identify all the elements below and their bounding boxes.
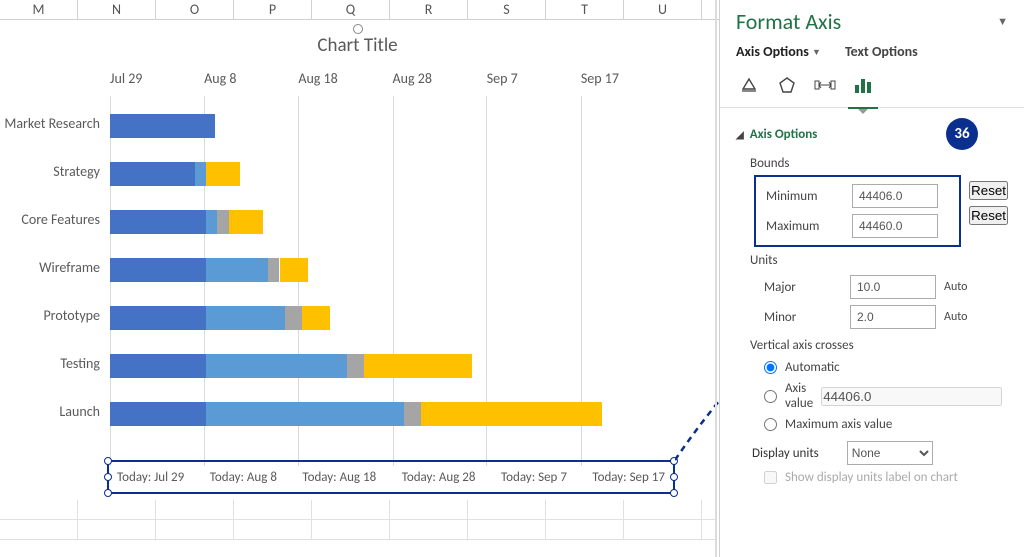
pane-splitter[interactable] <box>715 0 717 557</box>
secondary-tick: Today: Sep 17 <box>592 470 665 485</box>
annotation-badge: 36 <box>946 118 978 150</box>
maximum-input[interactable] <box>852 214 938 238</box>
bounds-label: Bounds <box>736 150 1008 175</box>
tab-axis-options[interactable]: Axis Options ▼ <box>736 43 821 60</box>
reset-min-button[interactable]: Reset <box>969 181 1008 200</box>
chart-object[interactable]: Chart Title Jul 29 Aug 8 Aug 18 Aug 28 S… <box>0 20 715 500</box>
category-label: Core Features <box>0 196 110 244</box>
category-label: Strategy <box>0 148 110 196</box>
axis-tick-label: Jul 29 <box>110 70 204 90</box>
crosses-label: Vertical axis crosses <box>736 332 1008 357</box>
bar-row <box>110 148 675 196</box>
col-header[interactable]: U <box>624 0 702 19</box>
selection-handle[interactable] <box>670 473 678 481</box>
selection-handle[interactable] <box>104 489 112 497</box>
col-header[interactable]: T <box>546 0 624 19</box>
minor-unit-input[interactable] <box>850 305 936 329</box>
section-axis-options[interactable]: Axis Options <box>736 127 817 142</box>
crosses-value-radio[interactable]: Axis value <box>736 378 1008 414</box>
bar-row <box>110 340 675 388</box>
minor-auto-label[interactable]: Auto <box>944 310 967 324</box>
secondary-tick: Today: Sep 7 <box>501 470 567 485</box>
axis-tick-label: Aug 28 <box>393 70 487 90</box>
secondary-x-axis-selected[interactable]: Today: Jul 29 Today: Aug 8 Today: Aug 18… <box>107 460 675 494</box>
size-properties-icon[interactable] <box>812 72 838 98</box>
format-axis-pane: Format Axis ▼ Axis Options ▼ Text Option… <box>719 0 1024 557</box>
primary-x-axis[interactable]: Jul 29 Aug 8 Aug 18 Aug 28 Sep 7 Sep 17 <box>110 70 675 90</box>
pane-title-text: Format Axis <box>736 8 841 35</box>
plot-area[interactable] <box>110 100 675 436</box>
bar-row <box>110 196 675 244</box>
major-label: Major <box>764 280 842 295</box>
selection-handle[interactable] <box>670 457 678 465</box>
tab-text-options[interactable]: Text Options <box>845 43 918 60</box>
bar-row <box>110 388 675 436</box>
bar-row <box>110 292 675 340</box>
secondary-tick: Today: Aug 8 <box>210 470 277 485</box>
crosses-max-radio[interactable]: Maximum axis value <box>736 414 1008 435</box>
chart-resize-handle[interactable] <box>353 24 363 34</box>
category-axis[interactable]: Market Research Strategy Core Features W… <box>0 100 110 436</box>
col-header[interactable]: R <box>390 0 468 19</box>
category-label: Launch <box>0 388 110 436</box>
col-header[interactable]: Q <box>312 0 390 19</box>
major-unit-input[interactable] <box>850 275 936 299</box>
selection-handle[interactable] <box>670 489 678 497</box>
display-units-label: Display units <box>752 446 819 461</box>
category-label: Market Research <box>0 100 110 148</box>
selection-handle[interactable] <box>104 473 112 481</box>
axis-tick-label: Sep 7 <box>487 70 581 90</box>
minor-label: Minor <box>764 310 842 325</box>
major-auto-label[interactable]: Auto <box>944 280 967 294</box>
crosses-value-input <box>821 387 1002 406</box>
display-units-select[interactable]: None <box>847 441 933 465</box>
category-label: Wireframe <box>0 244 110 292</box>
minimum-label: Minimum <box>766 189 844 204</box>
axis-tick-label: Sep 17 <box>581 70 675 90</box>
category-label: Prototype <box>0 292 110 340</box>
selection-handle[interactable] <box>104 457 112 465</box>
effects-icon[interactable] <box>774 72 800 98</box>
bar-row <box>110 244 675 292</box>
secondary-tick: Today: Aug 18 <box>302 470 376 485</box>
col-header[interactable]: M <box>0 0 78 19</box>
category-label: Testing <box>0 340 110 388</box>
secondary-tick: Today: Jul 29 <box>117 470 184 485</box>
show-units-label-checkbox: Show display units label on chart <box>736 467 1008 488</box>
units-label: Units <box>736 247 1008 272</box>
pane-menu-icon[interactable]: ▼ <box>997 15 1008 28</box>
maximum-label: Maximum <box>766 219 844 234</box>
col-header[interactable]: P <box>234 0 312 19</box>
crosses-automatic-radio[interactable]: Automatic <box>736 357 1008 378</box>
worksheet-cells[interactable] <box>0 500 715 557</box>
fill-line-icon[interactable] <box>736 72 762 98</box>
bounds-highlight-box: Minimum Maximum <box>754 175 961 247</box>
col-header[interactable]: S <box>468 0 546 19</box>
chevron-down-icon: ▼ <box>812 47 821 58</box>
axis-options-icon[interactable] <box>850 72 876 98</box>
secondary-tick: Today: Aug 28 <box>402 470 476 485</box>
axis-tick-label: Aug 18 <box>298 70 392 90</box>
reset-max-button[interactable]: Reset <box>969 206 1008 225</box>
bar-row <box>110 100 675 148</box>
axis-tick-label: Aug 8 <box>204 70 298 90</box>
col-header[interactable]: O <box>156 0 234 19</box>
minimum-input[interactable] <box>852 184 938 208</box>
col-header[interactable]: N <box>78 0 156 19</box>
